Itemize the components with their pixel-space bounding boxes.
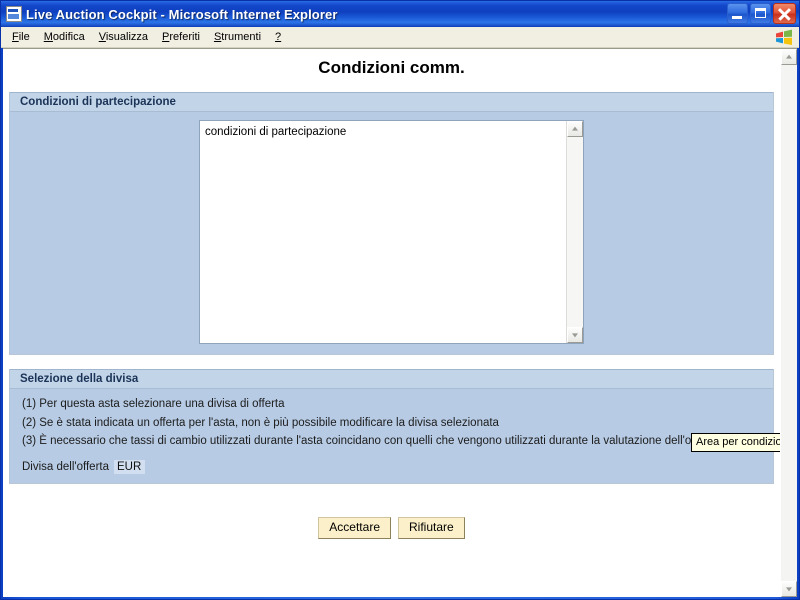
section-currency: Selezione della divisa (1) Per questa as… [9,369,774,485]
reject-button[interactable]: Rifiutare [398,517,465,540]
conditions-textarea-scrollbar[interactable] [566,121,583,343]
accept-button[interactable]: Accettare [318,517,391,540]
form-button-row: Accettare Rifiutare [3,517,780,540]
currency-value[interactable]: EUR [114,460,146,475]
windows-flag-icon [776,29,792,45]
currency-field-row: Divisa dell'offerta EUR [22,460,146,475]
section-currency-body: (1) Per questa asta selezionare una divi… [10,389,773,484]
scroll-down-icon[interactable] [567,327,583,343]
menu-item-file[interactable]: File [5,29,37,45]
page-title: Condizioni comm. [318,58,465,77]
close-button[interactable] [773,3,796,24]
window-title: Live Auction Cockpit - Microsoft Interne… [26,6,338,22]
menu-item-strumenti[interactable]: Strumenti [207,29,268,45]
menu-item-modifica[interactable]: Modifica [37,29,92,45]
currency-note: (1) Per questa asta selezionare una divi… [22,398,285,410]
conditions-textarea-content[interactable]: condizioni di partecipazione [200,121,566,343]
section-conditions: Condizioni di partecipazione condizioni … [9,92,774,355]
caption-button-group [727,3,796,24]
web-page: Condizioni comm. Condizioni di partecipa… [3,49,780,597]
currency-note: (3) È necessario che tassi di cambio uti… [22,435,718,448]
currency-label: Divisa dell'offerta [22,461,109,474]
menu-item-preferiti[interactable]: Preferiti [155,29,207,45]
page-scrollbar[interactable] [780,49,797,597]
currency-note: (2) Se è stata indicata un offerta per l… [22,416,499,429]
menu-item-visualizza[interactable]: Visualizza [92,29,155,45]
minimize-button[interactable] [727,3,748,24]
scrollbar-track[interactable] [567,137,583,327]
conditions-textarea[interactable]: condizioni di partecipazione [199,120,584,344]
page-scroll-up-icon[interactable] [781,49,797,65]
scroll-up-icon[interactable] [567,121,583,137]
maximize-button[interactable] [750,3,771,24]
section-currency-header: Selezione della divisa [10,369,773,389]
tooltip: Area per condizioni di p [691,433,780,452]
document-icon [6,6,22,22]
section-conditions-header: Condizioni di partecipazione [10,92,773,112]
page-scroll-down-icon[interactable] [781,581,797,597]
menu-bar: File Modifica Visualizza Preferiti Strum… [1,27,799,48]
menu-item-help[interactable]: ? [268,29,288,45]
browser-window: Live Auction Cockpit - Microsoft Interne… [0,0,800,600]
page-scrollbar-track[interactable] [781,65,797,581]
title-bar[interactable]: Live Auction Cockpit - Microsoft Interne… [1,1,799,27]
section-conditions-body: condizioni di partecipazione [10,112,773,354]
browser-client-area: Condizioni comm. Condizioni di partecipa… [3,48,797,597]
